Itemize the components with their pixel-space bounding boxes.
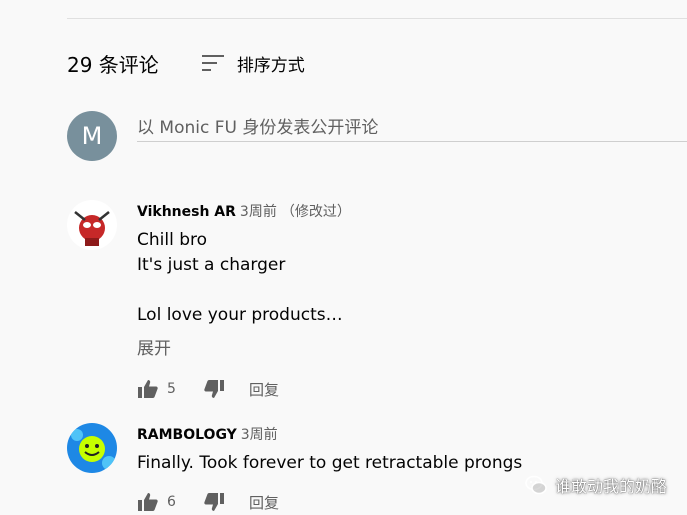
sort-label: 排序方式	[236, 55, 305, 76]
comment-author[interactable]: Vikhnesh AR	[137, 204, 236, 220]
comments-header: 29 条评论 排序方式	[67, 48, 305, 78]
avatar[interactable]	[67, 200, 117, 250]
comment-time[interactable]: 3周前	[240, 204, 277, 220]
expand-button[interactable]: 展开	[137, 334, 677, 359]
reply-button[interactable]: 回复	[249, 379, 279, 400]
current-user-avatar[interactable]: M	[67, 111, 117, 161]
comment-count: 29 条评论	[67, 52, 159, 77]
dislike-icon[interactable]	[203, 491, 225, 513]
watermark: 谁敢动我的奶酪	[525, 473, 667, 497]
like-count: 6	[167, 494, 176, 510]
comment-actions: 5 回复	[137, 377, 677, 401]
comment-input[interactable]: 以 Monic FU 身份发表公开评论	[137, 113, 687, 139]
comment-body: RAMBOLOGY 3周前 Finally. Took forever to ge…	[137, 425, 677, 514]
comment-text-line: Chill bro	[137, 230, 208, 250]
reply-button[interactable]: 回复	[249, 492, 279, 513]
comment-meta: RAMBOLOGY 3周前	[137, 425, 677, 445]
sort-button[interactable]: 排序方式	[201, 51, 305, 76]
sort-icon	[201, 51, 225, 75]
comment-body: Vikhnesh AR 3周前 （修改过） Chill bro It's just …	[137, 202, 677, 401]
comment-composer: M 以 Monic FU 身份发表公开评论	[67, 111, 687, 163]
wechat-icon	[525, 474, 547, 496]
top-divider	[67, 18, 687, 19]
edited-label: （修改过）	[280, 204, 351, 220]
comment-text-line	[137, 278, 677, 303]
like-icon[interactable]	[137, 491, 159, 513]
like-icon[interactable]	[137, 378, 159, 400]
comment-text-line: Lol love your products…	[137, 305, 343, 325]
avatar[interactable]	[67, 423, 117, 473]
dislike-icon[interactable]	[203, 378, 225, 400]
like-count: 5	[167, 381, 176, 397]
comment-time[interactable]: 3周前	[241, 427, 278, 443]
comment-text: Chill bro It's just a charger Lol love y…	[137, 228, 677, 328]
comment-meta: Vikhnesh AR 3周前 （修改过）	[137, 202, 677, 222]
comment-author[interactable]: RAMBOLOGY	[137, 427, 237, 443]
comment-input-underline	[137, 141, 687, 142]
comment-text-line: It's just a charger	[137, 255, 286, 275]
watermark-text: 谁敢动我的奶酪	[554, 477, 667, 496]
